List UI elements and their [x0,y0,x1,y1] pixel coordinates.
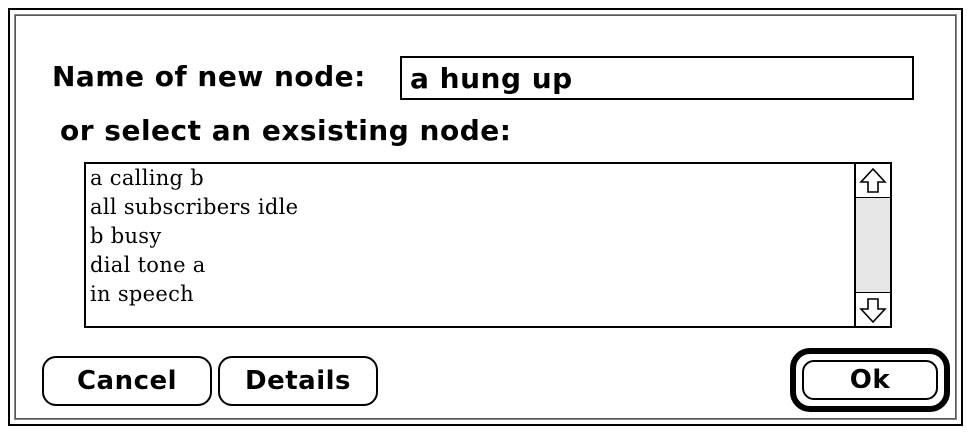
list-item[interactable]: b busy [86,222,856,251]
select-existing-node-label: or select an exsisting node: [60,114,512,147]
name-of-new-node-label: Name of new node: [52,60,366,93]
list-item[interactable]: all subscribers idle [86,193,856,222]
list-item[interactable]: a calling b [86,164,856,193]
node-name-input[interactable] [400,56,914,100]
new-node-dialog: Name of new node: or select an exsisting… [8,8,963,426]
down-arrow-icon[interactable] [856,292,890,326]
ok-button[interactable]: Ok [802,360,938,400]
list-item[interactable]: in speech [86,280,856,309]
cancel-button[interactable]: Cancel [42,356,212,406]
list-items-container: a calling b all subscribers idle b busy … [86,164,856,326]
list-item[interactable]: dial tone a [86,251,856,280]
existing-nodes-list[interactable]: a calling b all subscribers idle b busy … [84,162,892,328]
details-button[interactable]: Details [218,356,378,406]
up-arrow-icon[interactable] [856,164,890,198]
vertical-scrollbar[interactable] [854,164,890,326]
default-button-ring: Ok [790,348,950,412]
